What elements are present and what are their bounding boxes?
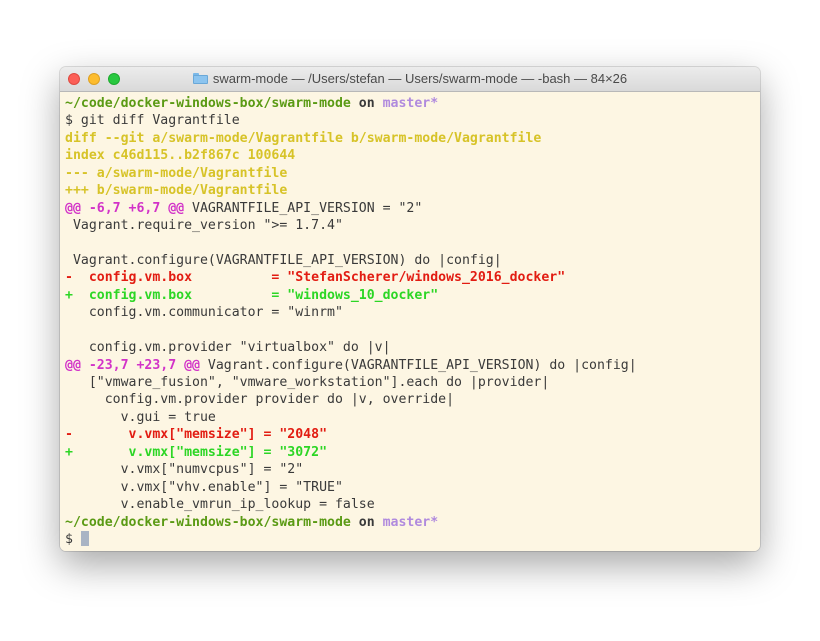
input-prompt: $ — [65, 531, 81, 547]
command-line: $ git diff Vagrantfile — [65, 113, 240, 129]
prompt-branch: master* — [382, 514, 439, 530]
prompt-path: ~/code/docker-windows-box/swarm-mode — [65, 96, 351, 111]
diff-header-line: diff --git a/swarm-mode/Vagrantfile b/sw… — [65, 130, 542, 146]
diff-old-file-line: --- a/swarm-mode/Vagrantfile — [65, 165, 288, 181]
context-line: config.vm.provider provider do |v, overr… — [65, 392, 455, 408]
prompt-line: ~/code/docker-windows-box/swarm-mode on … — [65, 95, 760, 112]
hunk-marker: @@ -6,7 +6,7 @@ — [65, 200, 185, 216]
window-title: swarm-mode — /Users/stefan — Users/swarm… — [212, 71, 628, 86]
context-line: v.vmx["vhv.enable"] = "TRUE" — [65, 479, 343, 495]
hunk-header-line: @@ -6,7 +6,7 @@ VAGRANTFILE_API_VERSION … — [65, 200, 760, 217]
added-line: + v.vmx["memsize"] = "3072" — [65, 444, 328, 460]
terminal-output[interactable]: ~/code/docker-windows-box/swarm-mode on … — [60, 92, 760, 551]
hunk-context: Vagrant.configure(VAGRANTFILE_API_VERSIO… — [199, 357, 637, 373]
context-line: config.vm.provider "virtualbox" do |v| — [65, 340, 391, 356]
context-line: v.vmx["numvcpus"] = "2" — [65, 462, 304, 478]
hunk-context: VAGRANTFILE_API_VERSION = "2" — [184, 200, 423, 216]
prompt-on: on — [350, 514, 383, 530]
prompt-path: ~/code/docker-windows-box/swarm-mode — [65, 514, 351, 530]
hunk-marker: @@ -23,7 +23,7 @@ — [65, 357, 200, 373]
window-title-container: swarm-mode — /Users/stefan — Users/swarm… — [60, 67, 760, 91]
context-line: config.vm.communicator = "winrm" — [65, 305, 343, 321]
context-line — [65, 235, 760, 252]
diff-new-file-line: +++ b/swarm-mode/Vagrantfile — [65, 183, 288, 199]
context-line: Vagrant.configure(VAGRANTFILE_API_VERSIO… — [65, 252, 502, 268]
input-line[interactable]: $ — [65, 530, 760, 548]
context-line: Vagrant.require_version ">= 1.7.4" — [65, 218, 343, 234]
prompt-line: ~/code/docker-windows-box/swarm-mode on … — [65, 514, 760, 531]
prompt-branch: master* — [382, 96, 439, 111]
hunk-header-line: @@ -23,7 +23,7 @@ Vagrant.configure(VAGR… — [65, 357, 760, 374]
context-line: v.gui = true — [65, 409, 216, 425]
terminal-window: swarm-mode — /Users/stefan — Users/swarm… — [60, 67, 760, 551]
folder-icon — [192, 73, 208, 84]
removed-line: - v.vmx["memsize"] = "2048" — [65, 427, 328, 443]
added-line: + config.vm.box = "windows_10_docker" — [65, 287, 439, 303]
removed-line: - config.vm.box = "StefanScherer/windows… — [65, 270, 566, 286]
diff-index-line: index c46d115..b2f867c 100644 — [65, 148, 296, 164]
title-bar[interactable]: swarm-mode — /Users/stefan — Users/swarm… — [60, 67, 760, 92]
context-line — [65, 322, 760, 339]
context-line: ["vmware_fusion", "vmware_workstation"].… — [65, 375, 550, 390]
prompt-on: on — [350, 96, 383, 111]
text-cursor — [80, 530, 89, 546]
context-line: v.enable_vmrun_ip_lookup = false — [65, 497, 375, 513]
